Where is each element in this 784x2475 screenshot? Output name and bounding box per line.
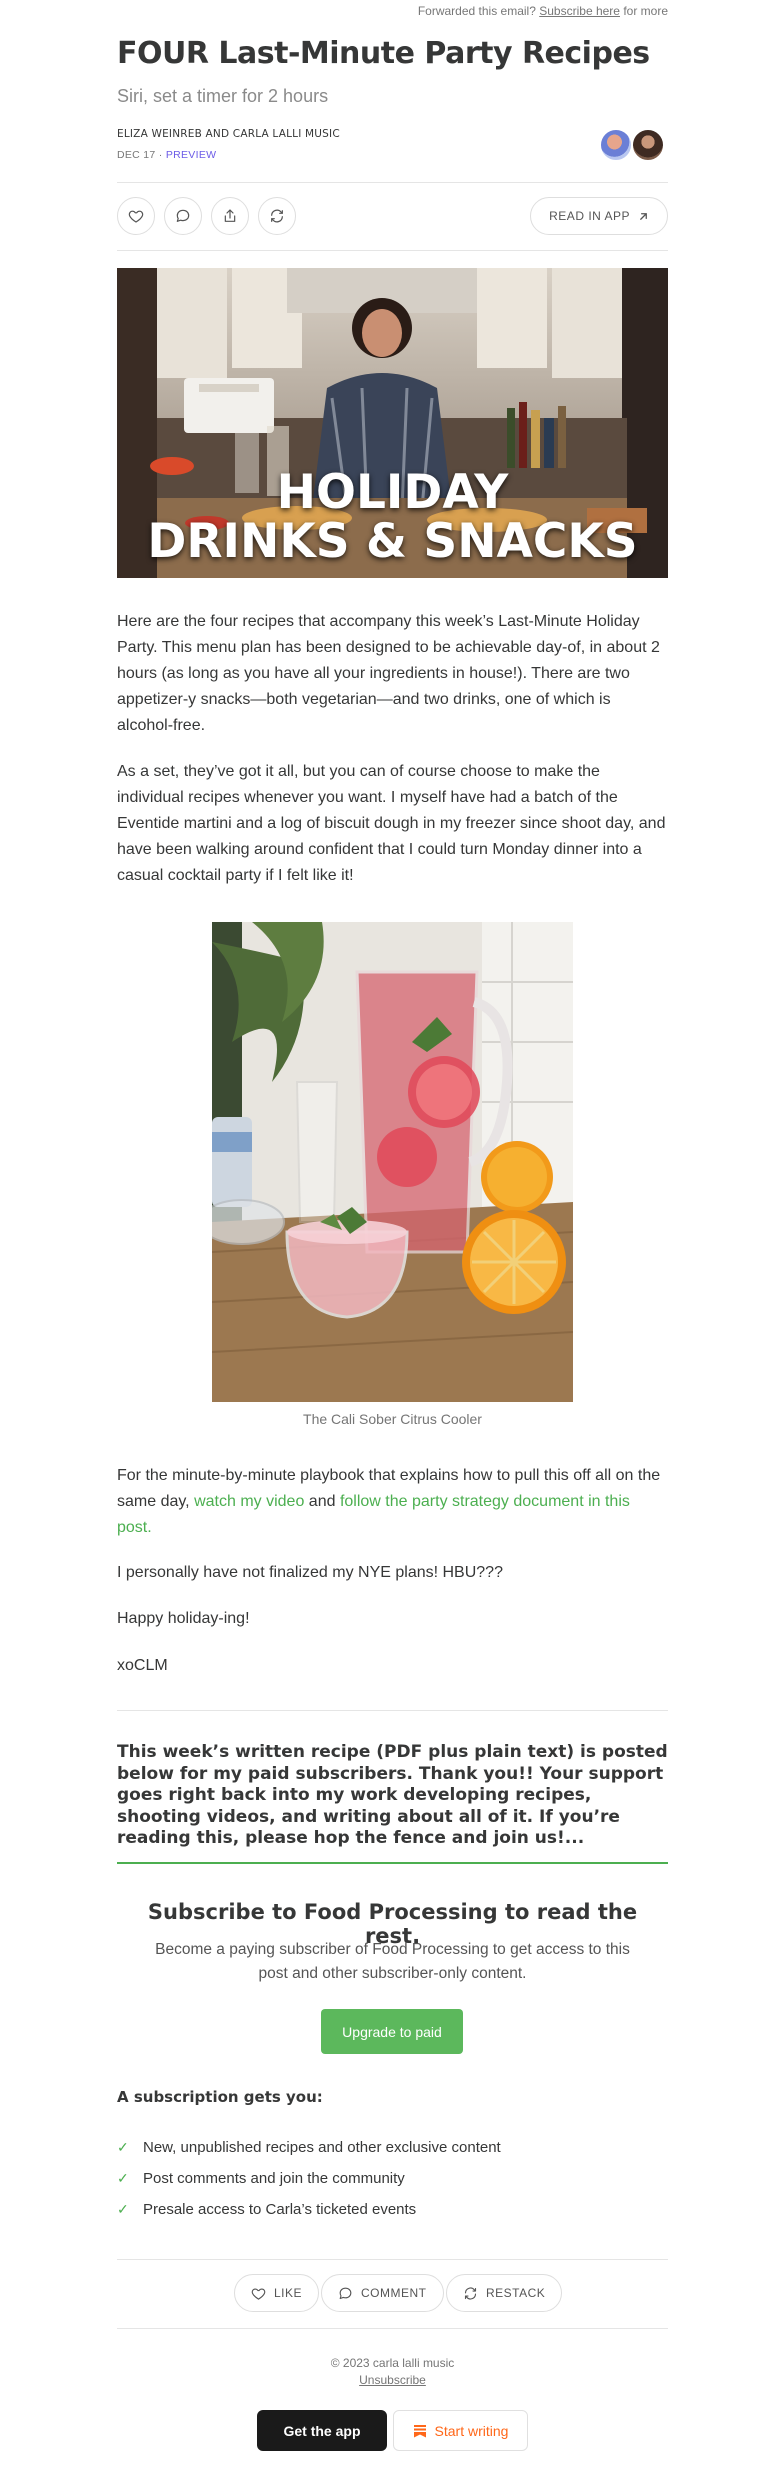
- post-title: FOUR Last-Minute Party Recipes: [117, 36, 650, 71]
- restack-button[interactable]: RESTACK: [446, 2274, 563, 2312]
- read-in-app-label: READ IN APP: [549, 209, 630, 223]
- upgrade-to-paid-button[interactable]: Upgrade to paid: [321, 2009, 463, 2054]
- body-paragraph: Happy holiday-ing!: [117, 1610, 250, 1627]
- like-label: LIKE: [274, 2286, 303, 2300]
- post-authors[interactable]: ELIZA WEINREB AND CARLA LALLI MUSIC: [117, 128, 340, 140]
- cali-sober-citrus-cooler-photo[interactable]: [212, 922, 573, 1402]
- forward-notice: Forwarded this email? Subscribe here for…: [418, 4, 668, 18]
- paragraph-text: and: [308, 1493, 336, 1510]
- list-item: ✓ Post comments and join the community: [117, 2170, 405, 2187]
- like-button[interactable]: LIKE: [234, 2274, 320, 2312]
- preview-label: PREVIEW: [165, 149, 217, 161]
- post-subtitle: Siri, set a timer for 2 hours: [117, 86, 329, 106]
- subscribe-description: Become a paying subscriber of Food Proce…: [155, 1941, 630, 1982]
- start-writing-label: Start writing: [434, 2422, 509, 2439]
- divider: [117, 250, 668, 251]
- comment-icon: [176, 209, 190, 222]
- body-paragraph: xoCLM: [117, 1657, 168, 1674]
- forward-prefix: Forwarded this email?: [417, 4, 536, 18]
- get-the-app-button[interactable]: Get the app: [257, 2410, 387, 2451]
- watch-video-link[interactable]: watch my video: [194, 1493, 304, 1510]
- divider: [117, 2259, 668, 2260]
- hero-image[interactable]: HOLIDAY DRINKS & SNACKS: [117, 268, 668, 578]
- restack-button[interactable]: [258, 197, 296, 235]
- benefit-text: Presale access to Carla’s ticketed event…: [143, 2201, 417, 2218]
- paywall-divider: [117, 1862, 668, 1864]
- subscribe-here-link[interactable]: Subscribe here: [539, 4, 620, 18]
- list-item: ✓ New, unpublished recipes and other exc…: [117, 2139, 501, 2156]
- divider: [117, 2328, 668, 2329]
- external-arrow-icon: [640, 212, 647, 220]
- author-avatars: [599, 128, 665, 162]
- post-date-line: DEC 17 · PREVIEW: [117, 149, 216, 161]
- body-paragraph: Here are the four recipes that accompany…: [117, 613, 660, 734]
- avatar[interactable]: [631, 128, 665, 162]
- comment-button[interactable]: [164, 197, 202, 235]
- avatar[interactable]: [599, 128, 633, 162]
- comment-icon: [339, 2287, 352, 2299]
- post-date: DEC 17: [117, 149, 156, 161]
- unsubscribe-link[interactable]: Unsubscribe: [117, 2373, 668, 2387]
- paywall-intro: This week’s written recipe (PDF plus pla…: [117, 1742, 668, 1848]
- body-paragraph: For the minute-by-minute playbook that e…: [117, 1463, 668, 1541]
- copyright-text: © 2023 carla lalli music: [330, 2356, 455, 2370]
- share-icon: [224, 209, 236, 222]
- share-button[interactable]: [211, 197, 249, 235]
- heart-icon: [251, 2287, 266, 2300]
- divider: [117, 182, 668, 183]
- hero-line-1: HOLIDAY: [276, 465, 509, 520]
- forward-suffix: for more: [623, 4, 668, 18]
- divider: [117, 1710, 668, 1711]
- check-icon: ✓: [117, 2170, 129, 2186]
- benefit-text: New, unpublished recipes and other exclu…: [143, 2139, 501, 2156]
- comment-button[interactable]: COMMENT: [321, 2274, 444, 2312]
- restack-label: RESTACK: [486, 2286, 546, 2300]
- body-paragraph: As a set, they’ve got it all, but you ca…: [117, 763, 666, 884]
- hero-line-2: DRINKS & SNACKS: [147, 514, 638, 569]
- restack-icon: [271, 209, 283, 223]
- comment-label: COMMENT: [361, 2286, 427, 2300]
- check-icon: ✓: [117, 2201, 129, 2217]
- post-action-bar: READ IN APP: [117, 197, 668, 235]
- photo-caption: The Cali Sober Citrus Cooler: [303, 1411, 482, 1427]
- read-in-app-button[interactable]: READ IN APP: [530, 197, 668, 235]
- date-separator: ·: [158, 149, 163, 161]
- start-writing-button[interactable]: Start writing: [393, 2410, 528, 2451]
- drink-photo-art: [212, 922, 573, 1402]
- heart-icon: [128, 210, 144, 223]
- body-paragraph: I personally have not finalized my NYE p…: [117, 1564, 503, 1581]
- check-icon: ✓: [117, 2139, 129, 2155]
- restack-icon: [464, 2287, 477, 2299]
- list-item: ✓ Presale access to Carla’s ticketed eve…: [117, 2201, 416, 2218]
- like-button[interactable]: [117, 197, 155, 235]
- benefit-text: Post comments and join the community: [143, 2170, 405, 2187]
- substack-logo-icon: [413, 2424, 426, 2437]
- subscription-benefits-heading: A subscription gets you:: [117, 2088, 323, 2106]
